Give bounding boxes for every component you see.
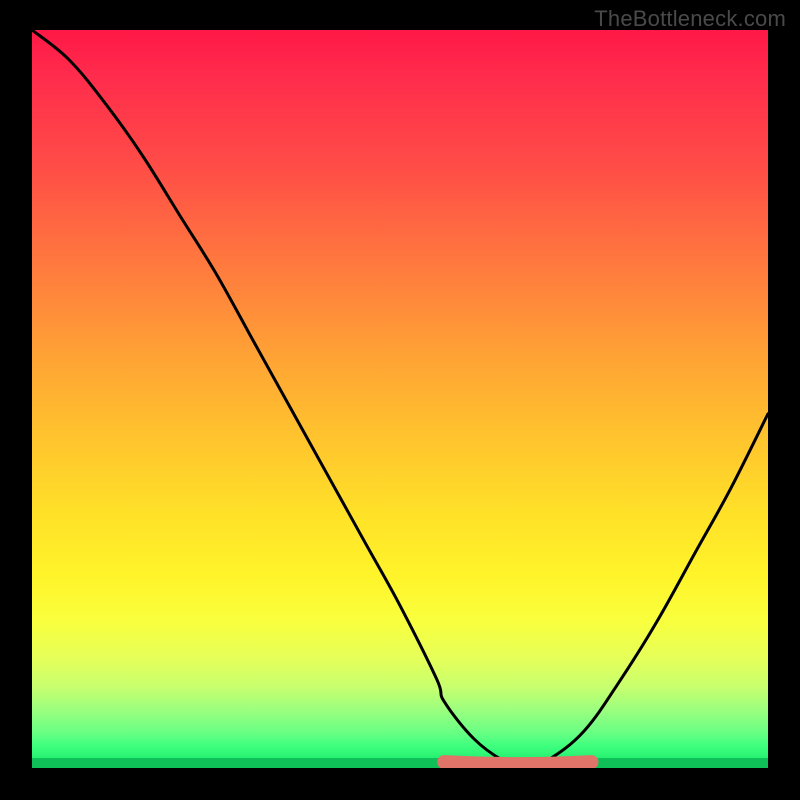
curve-layer [32,30,768,768]
optimal-range-marker [444,762,591,764]
watermark-text: TheBottleneck.com [594,6,786,32]
plot-area [32,30,768,768]
bottleneck-curve [32,30,768,768]
chart-stage: TheBottleneck.com [0,0,800,800]
